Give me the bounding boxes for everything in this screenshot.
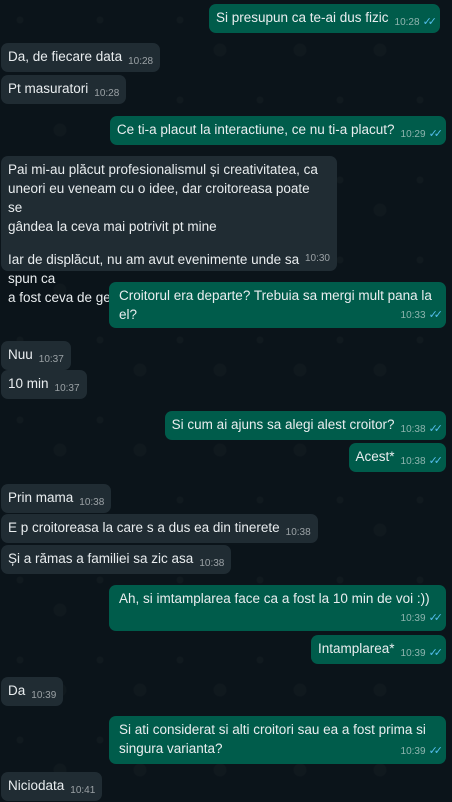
message-outgoing[interactable]: Croitorul era departe? Trebuia sa mergi … — [109, 282, 446, 328]
message-line: Si ati considerat si alti croitori sau e… — [119, 722, 426, 737]
message-meta: 10:39 ✓✓ — [400, 609, 444, 628]
double-check-icon: ✓✓ — [428, 612, 444, 624]
message-incoming[interactable]: Da, de fiecare data 10:28 — [1, 43, 161, 72]
double-check-icon: ✓✓ — [422, 16, 438, 28]
message-time: 10:28 — [94, 88, 120, 99]
message-time: 10:39 — [400, 648, 426, 659]
message-time: 10:39 — [400, 746, 426, 757]
message-text: 10 min — [8, 376, 49, 391]
message-time: 10:39 — [31, 690, 57, 701]
message-outgoing[interactable]: Acest* 10:38 ✓✓ — [348, 443, 446, 472]
message-time: 10:37 — [54, 383, 80, 394]
message-line: Pai mi-au plăcut profesionalismul și cre… — [8, 162, 318, 177]
message-text: Da — [8, 683, 26, 698]
message-meta: 10:33 ✓✓ — [400, 306, 444, 325]
message-line: uneori eu veneam cu o idee, dar croitore… — [8, 181, 310, 215]
message-time: 10:38 — [199, 558, 225, 569]
message-time: 10:38 — [285, 527, 311, 538]
message-time: 10:28 — [394, 17, 420, 28]
message-incoming[interactable]: Prin mama 10:38 — [1, 484, 112, 513]
message-meta: 10:39 ✓✓ — [400, 742, 444, 761]
double-check-icon: ✓✓ — [428, 745, 444, 757]
message-text: Intamplarea* — [317, 641, 395, 656]
message-text: Ce ti-a placut la interactiune, ce nu ti… — [116, 122, 395, 137]
message-text: Nuu — [8, 347, 33, 362]
message-line: singura varianta? — [119, 741, 223, 756]
message-incoming[interactable]: Niciodata 10:41 — [1, 772, 103, 801]
message-outgoing[interactable]: Ce ti-a placut la interactiune, ce nu ti… — [109, 116, 446, 145]
message-time: 10:39 — [400, 613, 426, 624]
message-text: Și a rămas a familiei sa zic asa — [8, 551, 194, 566]
message-time: 10:38 — [400, 424, 426, 435]
message-time: 10:28 — [128, 56, 154, 67]
message-incoming[interactable]: 10 min 10:37 — [1, 370, 87, 399]
message-text: Croitorul era departe? Trebuia sa mergi … — [119, 288, 432, 322]
message-text: Ah, si imtamplarea face ca a fost la 10 … — [119, 591, 430, 606]
message-time: 10:38 — [79, 497, 105, 508]
message-time: 10:30 — [304, 253, 330, 264]
message-incoming[interactable]: Și a rămas a familiei sa zic asa 10:38 — [1, 545, 232, 574]
message-line: gândea la ceva mai potrivit pt mine — [8, 219, 217, 234]
double-check-icon: ✓✓ — [428, 455, 444, 467]
message-outgoing[interactable]: Ah, si imtamplarea face ca a fost la 10 … — [109, 585, 446, 631]
double-check-icon: ✓✓ — [428, 128, 444, 140]
message-time: 10:38 — [400, 456, 426, 467]
message-text: Da, de fiecare data — [8, 49, 123, 64]
message-outgoing[interactable]: Intamplarea* 10:39 ✓✓ — [310, 635, 446, 664]
message-meta: 10:38 ✓✓ — [400, 455, 444, 467]
message-outgoing[interactable]: Si ati considerat si alti croitori sau e… — [109, 716, 446, 764]
message-outgoing[interactable]: Si cum ai ajuns sa alegi alest croitor? 1… — [164, 411, 446, 440]
message-text: Prin mama — [8, 490, 74, 505]
message-incoming[interactable]: E p croitoreasa la care s a dus ea din t… — [1, 514, 318, 543]
message-time: 10:29 — [400, 129, 426, 140]
message-text: Acest* — [355, 449, 395, 464]
message-meta: 10:38 ✓✓ — [400, 423, 444, 435]
message-incoming[interactable]: Nuu 10:37 — [1, 341, 71, 370]
message-incoming[interactable]: Pt masuratori 10:28 — [1, 75, 127, 104]
message-time: 10:33 — [400, 310, 426, 321]
message-incoming[interactable]: Da 10:39 — [1, 677, 64, 706]
double-check-icon: ✓✓ — [428, 309, 444, 321]
message-time: 10:41 — [70, 785, 96, 796]
message-outgoing[interactable]: Si presupun ca te-ai dus fizic 10:28 ✓✓ — [208, 4, 440, 33]
message-text: Si presupun ca te-ai dus fizic — [215, 10, 389, 25]
message-text: Niciodata — [8, 778, 65, 793]
message-text: E p croitoreasa la care s a dus ea din t… — [8, 520, 280, 535]
message-incoming[interactable]: Pai mi-au plăcut profesionalismul și cre… — [1, 156, 337, 305]
double-check-icon: ✓✓ — [428, 423, 444, 435]
message-meta: 10:39 ✓✓ — [400, 647, 444, 659]
message-time: 10:37 — [38, 354, 64, 365]
message-text: Si cum ai ajuns sa alegi alest croitor? — [171, 417, 395, 432]
message-meta: 10:29 ✓✓ — [400, 128, 444, 140]
message-line-blank — [8, 236, 327, 250]
double-check-icon: ✓✓ — [428, 647, 444, 659]
message-text: Pt masuratori — [8, 81, 89, 96]
message-meta: 10:28 ✓✓ — [394, 16, 438, 28]
